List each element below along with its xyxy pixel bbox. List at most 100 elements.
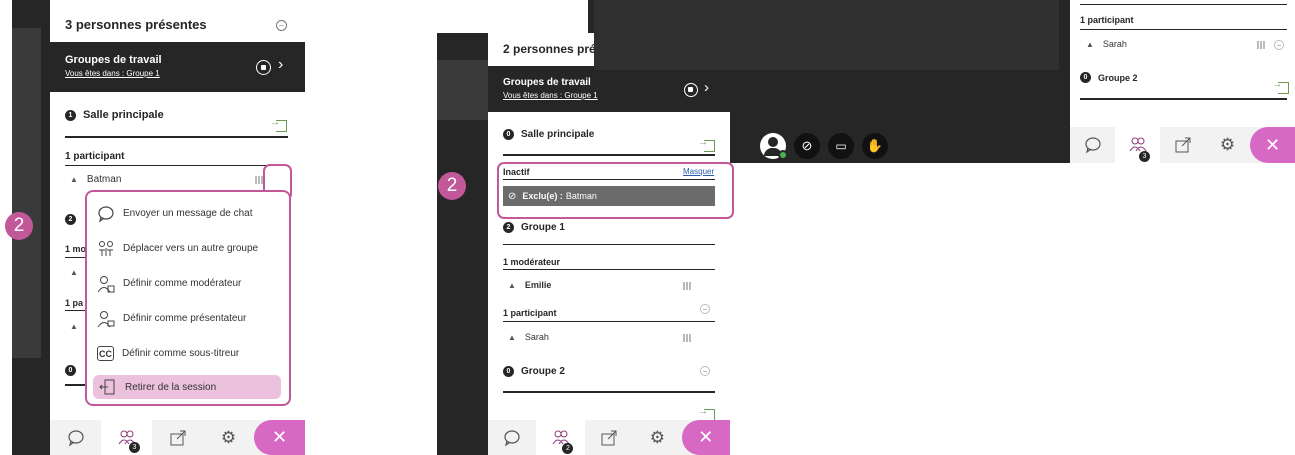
status-icon: [683, 334, 692, 342]
attendees-panel: 2 personnes présentes Groupes de travail…: [488, 33, 730, 421]
divider: [503, 269, 715, 270]
status-icon: [1257, 41, 1266, 49]
user-options-icon[interactable]: [700, 304, 710, 314]
gear-icon: ⚙: [649, 427, 666, 447]
bottom-toolbar: 2 ⚙ ✕: [488, 420, 731, 455]
step-badge: 2: [438, 172, 466, 200]
chevron-right-icon[interactable]: ›: [704, 79, 709, 96]
chat-tab[interactable]: [50, 420, 101, 455]
bottom-toolbar: 3 ⚙ ✕: [50, 420, 305, 455]
moderator-icon: [97, 275, 115, 293]
user-options-icon[interactable]: [700, 366, 710, 376]
status-ok-icon: [778, 150, 788, 160]
menu-remove-session[interactable]: Retirer de la session: [93, 375, 281, 399]
chat-icon: [1084, 137, 1101, 154]
user-name: Batman: [86, 174, 122, 185]
room-count: 1: [65, 109, 76, 121]
attendees-count-badge: 2: [562, 443, 574, 454]
group-2: 0 Groupe 2: [1080, 72, 1138, 83]
breakout-bar[interactable]: Groupes de travail Vous êtes dans : Grou…: [50, 42, 305, 92]
record-icon: [256, 60, 271, 75]
room-main: 1 Salle principale: [65, 109, 164, 121]
share-tab[interactable]: [152, 420, 203, 455]
divider: [65, 136, 288, 138]
chat-tab[interactable]: [488, 420, 536, 455]
attendees-count-badge: 3: [129, 442, 140, 453]
avatar[interactable]: [760, 133, 788, 160]
menu-set-moderator[interactable]: Définir comme modérateur: [87, 266, 289, 301]
room-name: Salle principale: [83, 109, 164, 121]
attendees-count-badge: 3: [1139, 151, 1150, 162]
hand-raise-icon[interactable]: ✋: [862, 133, 888, 159]
share-icon: [601, 430, 617, 445]
user-row[interactable]: ▲ Batman: [70, 174, 121, 185]
highlight-inactive: [497, 162, 734, 219]
collapse-icon[interactable]: [276, 20, 287, 31]
person-icon: ▲: [1086, 39, 1094, 49]
user-row[interactable]: ▲ Emilie: [508, 280, 551, 290]
room-main: 0 Salle principale: [503, 129, 594, 140]
divider: [65, 165, 288, 166]
media-controls: ⊘ ▭ ✋: [760, 133, 888, 160]
group-1: 2 Groupe 1: [503, 222, 565, 233]
menu-set-presenter[interactable]: Définir comme présentateur: [87, 301, 289, 336]
menu-set-captioner[interactable]: CC Définir comme sous-titreur: [87, 336, 289, 371]
bottom-toolbar: 3 ⚙ ✕: [1070, 127, 1295, 163]
chevron-right-icon[interactable]: ›: [278, 56, 283, 74]
partial-participant: 1 pa: [65, 298, 84, 308]
left-stripe: [12, 28, 41, 358]
share-tab[interactable]: [585, 420, 633, 455]
attendees-tab[interactable]: 3: [101, 420, 152, 455]
participants-section: 1 participant: [1080, 15, 1134, 25]
person-icon: ▲: [70, 268, 78, 277]
settings-tab[interactable]: ⚙: [1205, 127, 1250, 163]
divider: [503, 391, 715, 393]
share-icon: [170, 430, 185, 445]
chat-tab[interactable]: [1070, 127, 1115, 163]
join-room-icon[interactable]: [698, 137, 715, 152]
close-panel-button[interactable]: ✕: [1250, 127, 1295, 163]
breakout-title: Groupes de travail: [503, 77, 591, 88]
middle-stripe: [437, 60, 488, 120]
user-options-icon[interactable]: [1274, 40, 1284, 50]
settings-tab[interactable]: ⚙: [633, 420, 681, 455]
participants-section: 1 participant: [503, 308, 557, 318]
settings-tab[interactable]: ⚙: [203, 420, 254, 455]
breakout-bar[interactable]: Groupes de travail Vous êtes dans : Grou…: [488, 66, 730, 112]
share-tab[interactable]: [1160, 127, 1205, 163]
partial-moderator: 1 mo: [65, 244, 87, 254]
person-icon: ▲: [70, 175, 78, 184]
divider: [1080, 29, 1287, 30]
close-icon: ✕: [698, 427, 714, 447]
presenter-icon: [97, 310, 115, 328]
participants-section: 1 participant: [65, 151, 125, 162]
share-icon: [1175, 137, 1190, 153]
room-name: Salle principale: [521, 129, 595, 140]
cc-icon: CC: [97, 346, 114, 361]
mic-off-icon[interactable]: ⊘: [794, 133, 820, 159]
attendees-tab[interactable]: 2: [536, 420, 585, 455]
group-2: 0 Groupe 2: [503, 366, 565, 377]
camera-off-icon[interactable]: ▭: [828, 133, 854, 159]
divider: [1080, 98, 1287, 100]
user-row[interactable]: ▲ Sarah: [508, 332, 549, 342]
step-badge: 2: [5, 212, 33, 240]
divider: [1080, 4, 1287, 5]
remove-icon: [99, 378, 117, 396]
user-row[interactable]: ▲ Sarah: [1086, 39, 1127, 49]
close-panel-button[interactable]: ✕: [681, 420, 731, 455]
close-panel-button[interactable]: ✕: [254, 420, 305, 455]
partial-row-num: 2: [65, 208, 83, 226]
attendees-tab[interactable]: 3: [1115, 127, 1160, 163]
menu-move-group[interactable]: Déplacer vers un autre groupe: [87, 231, 289, 266]
menu-send-chat[interactable]: Envoyer un message de chat: [87, 196, 289, 231]
user-context-menu: Envoyer un message de chat Déplacer vers…: [85, 190, 291, 406]
close-icon: ✕: [271, 427, 288, 447]
breakout-current-group[interactable]: Vous êtes dans : Groupe 1: [503, 91, 715, 100]
join-room-icon[interactable]: [270, 117, 287, 132]
join-room-icon[interactable]: [1272, 79, 1289, 94]
user-name: Sarah: [1102, 39, 1127, 49]
chat-icon: [67, 429, 84, 446]
chat-icon: [504, 429, 520, 446]
move-group-icon: [97, 240, 115, 258]
